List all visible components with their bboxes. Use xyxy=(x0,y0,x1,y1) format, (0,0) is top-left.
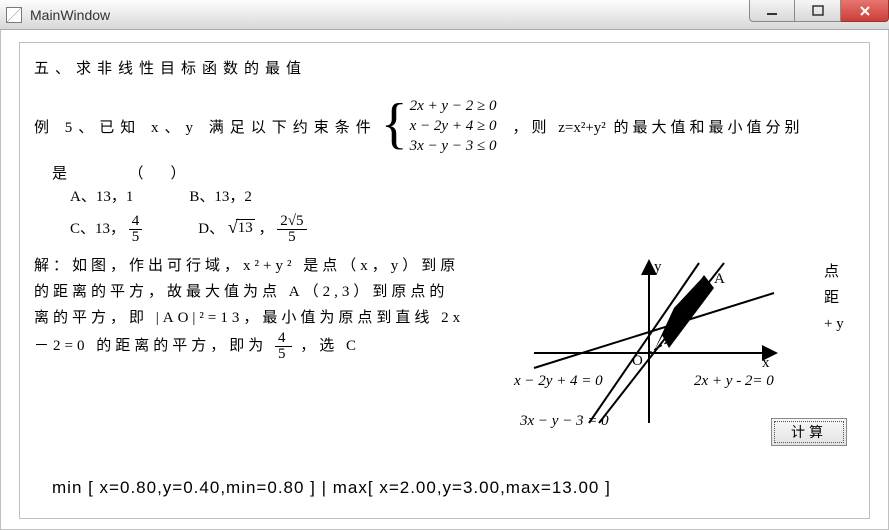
solution-area: 解：如图，作出可行域，x²+y² 是点（x，y）到原 的距离的平方，故最大值为点… xyxy=(34,253,855,433)
solution-l3: 离的平方，即 |AO|²=13，最小值为原点到直线 2x xyxy=(34,305,504,331)
line3-label: 3x − y − 3 = 0 xyxy=(520,413,609,430)
maximize-button[interactable] xyxy=(795,0,841,22)
point-a-label: A xyxy=(714,271,725,288)
line2-label: 2x + y - 2= 0 xyxy=(694,373,774,390)
answers-block: 是 （ ） A、13，1 B、13，2 C、13， 4 5 D、 √13 ， xyxy=(34,162,855,245)
overflow-2: 距 xyxy=(824,285,854,311)
option-c: C、13， 4 5 xyxy=(70,214,142,245)
compute-button[interactable]: 计算 xyxy=(771,418,847,446)
constraint-system: { 2x + y − 2 ≥ 0 x − 2y + 4 ≥ 0 3x − y −… xyxy=(381,96,497,156)
feasible-region-figure: y x O A x − 2y + 4 = 0 2x + y - 2= 0 3x … xyxy=(514,253,814,433)
y-axis-label: y xyxy=(654,259,662,276)
result-line: min [ x=0.80,y=0.40,min=0.80 ] | max[ x=… xyxy=(52,478,611,498)
titlebar[interactable]: MainWindow xyxy=(0,0,889,30)
x-axis-label: x xyxy=(762,355,770,372)
problem-tail: ，则 z=x²+y² 的最大值和最小值分别 xyxy=(512,116,803,137)
option-d: D、 √13 ， 2√5 5 xyxy=(198,214,306,245)
options-row-1: A、13，1 B、13，2 xyxy=(70,185,855,206)
origin-label: O xyxy=(632,353,643,370)
solution-l4: －2=0 的距离的平方，即为 4 5 ，选 C xyxy=(34,331,504,362)
problem-row: 例 5、已知 x、y 满足以下约束条件 { 2x + y − 2 ≥ 0 x −… xyxy=(34,96,855,156)
minimize-button[interactable] xyxy=(749,0,795,22)
constraint-2: x − 2y + 4 ≥ 0 xyxy=(410,116,497,136)
constraint-1: 2x + y − 2 ≥ 0 xyxy=(410,96,497,116)
left-brace-icon: { xyxy=(381,96,408,152)
app-icon xyxy=(6,7,22,23)
window-title: MainWindow xyxy=(30,7,110,23)
overflow-column: 点 距 + y xyxy=(824,253,854,433)
options-row-2: C、13， 4 5 D、 √13 ， 2√5 5 xyxy=(70,214,855,245)
solution-l1: 解：如图，作出可行域，x²+y² 是点（x，y）到原 xyxy=(34,253,504,279)
problem-lead: 例 5、已知 x、y 满足以下约束条件 xyxy=(34,116,377,137)
close-button[interactable] xyxy=(841,0,889,22)
window-controls xyxy=(749,0,889,22)
content-frame: 五、求非线性目标函数的最值 例 5、已知 x、y 满足以下约束条件 { 2x +… xyxy=(19,42,870,519)
option-a: A、13，1 xyxy=(70,185,133,206)
solution-text: 解：如图，作出可行域，x²+y² 是点（x，y）到原 的距离的平方，故最大值为点… xyxy=(34,253,504,433)
overflow-3: + y xyxy=(824,311,854,337)
figure-svg xyxy=(514,253,814,433)
constraint-3: 3x − y − 3 ≤ 0 xyxy=(410,136,497,156)
overflow-1: 点 xyxy=(824,259,854,285)
option-b: B、13，2 xyxy=(189,185,252,206)
client-area: 五、求非线性目标函数的最值 例 5、已知 x、y 满足以下约束条件 { 2x +… xyxy=(0,30,889,530)
line1-label: x − 2y + 4 = 0 xyxy=(514,373,603,390)
is-line: 是 （ ） xyxy=(52,162,855,183)
solution-l2: 的距离的平方，故最大值为点 A（2,3）到原点的 xyxy=(34,279,504,305)
section-title: 五、求非线性目标函数的最值 xyxy=(34,57,855,78)
